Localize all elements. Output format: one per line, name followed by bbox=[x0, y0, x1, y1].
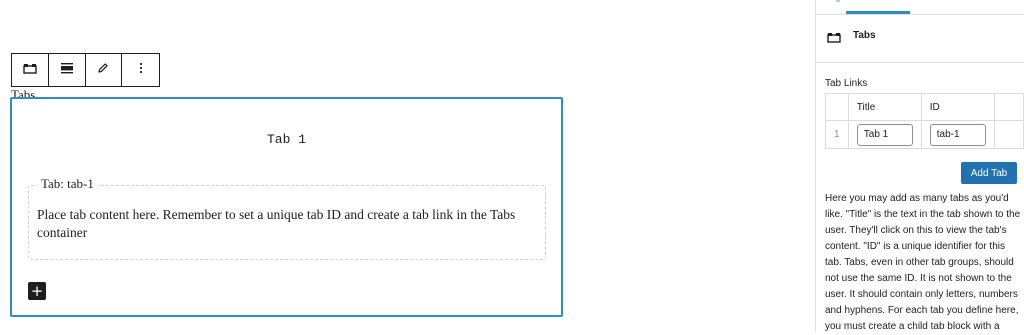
block-card-title: Tabs bbox=[853, 30, 876, 41]
tabs-block[interactable]: Tab 1 Tab: tab-1 Place tab content here.… bbox=[10, 97, 563, 317]
tab-id-input[interactable] bbox=[929, 123, 986, 146]
align-button[interactable] bbox=[49, 54, 86, 86]
edit-button[interactable] bbox=[86, 54, 123, 86]
add-block-button[interactable]: + bbox=[28, 282, 46, 300]
help-text: Here you may add as many tabs as you'd l… bbox=[825, 193, 1021, 332]
table-header-extra bbox=[993, 93, 1024, 121]
row-extra-cell bbox=[993, 120, 1024, 149]
block-card: Tabs bbox=[816, 14, 1024, 63]
tabs-block-icon bbox=[23, 61, 37, 79]
row-index: 1 bbox=[825, 120, 849, 149]
tab-panel-content[interactable]: Place tab content here. Remember to set … bbox=[37, 206, 525, 242]
table-header-id: ID bbox=[920, 93, 995, 121]
pencil-icon bbox=[97, 61, 109, 79]
tab-panel-legend: Tab: tab-1 bbox=[37, 176, 98, 192]
settings-sidebar: Tabs Tab Links Title ID 1 Add Tab Here y… bbox=[815, 0, 1024, 332]
more-options-button[interactable] bbox=[122, 54, 159, 86]
table-header-index bbox=[825, 93, 849, 121]
table-header-row: Title ID bbox=[825, 93, 1024, 121]
add-tab-button[interactable]: Add Tab bbox=[961, 162, 1017, 184]
tab-links-table: Title ID 1 bbox=[825, 93, 1024, 149]
tab-links-label: Tab Links bbox=[825, 78, 868, 89]
table-row: 1 bbox=[825, 120, 1024, 149]
row-id-cell bbox=[920, 120, 995, 149]
tab-panel[interactable]: Tab: tab-1 Place tab content here. Remem… bbox=[28, 176, 546, 260]
align-icon bbox=[60, 61, 74, 79]
sidebar-tabs bbox=[816, 0, 1024, 15]
block-type-button[interactable] bbox=[12, 54, 49, 86]
row-title-cell bbox=[847, 120, 922, 149]
sidebar-tab-indicator bbox=[836, 0, 840, 2]
block-toolbar bbox=[11, 53, 160, 87]
tabs-block-icon bbox=[827, 30, 841, 48]
tab-link[interactable]: Tab 1 bbox=[12, 132, 561, 147]
more-options-icon bbox=[139, 61, 143, 79]
table-header-title: Title bbox=[847, 93, 922, 121]
tab-title-input[interactable] bbox=[856, 123, 913, 146]
